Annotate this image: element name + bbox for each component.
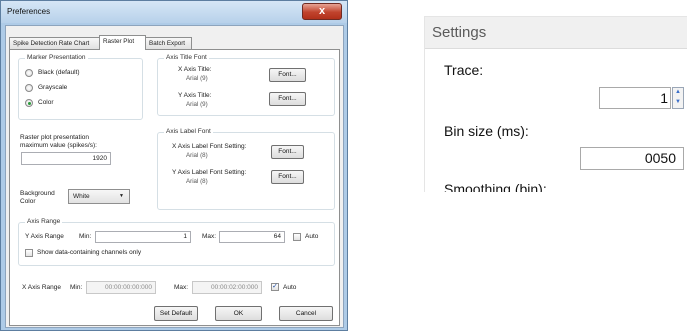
show-channels-checkbox[interactable] [25, 249, 33, 257]
settings-title: Settings [432, 24, 487, 41]
radio-grayscale-label: Grayscale [38, 84, 68, 91]
y-max-input[interactable]: 64 [219, 231, 285, 243]
y-axis-title-font: Arial (9) [186, 101, 208, 108]
radio-color-label: Color [38, 99, 54, 106]
y-axis-label-font-button[interactable]: Font... [271, 170, 304, 184]
chevron-down-icon: ▼ [119, 193, 124, 199]
radio-grayscale[interactable] [25, 84, 33, 92]
y-max-label: Max: [202, 233, 217, 240]
x-max-label: Max: [174, 284, 189, 291]
y-axis-range-label: Y Axis Range [25, 233, 64, 240]
show-channels-label: Show data-containing channels only [37, 249, 142, 256]
axis-range-group: Axis Range Y Axis Range Min: 1 Max: 64 A… [18, 218, 335, 266]
background-color-value: White [73, 193, 90, 200]
x-axis-range-label: X Axis Range [22, 284, 62, 291]
tab-raster-plot[interactable]: Raster Plot [99, 35, 146, 50]
x-axis-label-font-button[interactable]: Font... [271, 145, 304, 159]
y-axis-label-font-value: Arial (8) [186, 178, 208, 185]
raster-max-label-2: maximum value (spikes/s): [20, 142, 97, 149]
preferences-window: Preferences x Spike Detection Rate Chart… [0, 0, 348, 331]
smoothing-label: Smoothing (bin): [444, 181, 547, 192]
marker-presentation-group: Marker Presentation Black (default) Gray… [18, 54, 143, 120]
title-bar[interactable]: Preferences x [1, 1, 347, 23]
background-color-label-1: Background [20, 190, 55, 197]
x-min-label: Min: [70, 284, 83, 291]
radio-black-label: Black (default) [38, 69, 80, 76]
spinner-up-icon[interactable]: ▲ [673, 88, 683, 97]
marker-presentation-title: Marker Presentation [25, 54, 88, 61]
y-auto-label: Auto [305, 233, 319, 240]
x-axis-label-font-label: X Axis Label Font Setting: [172, 143, 247, 150]
y-axis-label-font-label: Y Axis Label Font Setting: [172, 169, 247, 176]
close-button[interactable]: x [302, 3, 342, 20]
x-axis-title-font-button[interactable]: Font... [269, 68, 306, 82]
bin-size-label: Bin size (ms): [444, 123, 529, 139]
axis-range-title: Axis Range [25, 218, 63, 225]
y-min-input[interactable]: 1 [95, 231, 191, 243]
y-auto-checkbox[interactable] [293, 233, 301, 241]
y-axis-title-label: Y Axis Title: [178, 92, 212, 99]
background-color-select[interactable]: White ▼ [68, 189, 130, 204]
x-axis-title-font: Arial (9) [186, 75, 208, 82]
y-min-label: Min: [79, 233, 92, 240]
background-color-label-2: Color [20, 198, 36, 205]
raster-plot-panel: Marker Presentation Black (default) Gray… [9, 49, 340, 326]
x-auto-label: Auto [283, 284, 297, 291]
trace-label: Trace: [444, 62, 484, 78]
axis-title-font-group: Axis Title Font X Axis Title: Arial (9) … [157, 54, 335, 116]
raster-max-label-1: Raster plot presentation [20, 134, 90, 141]
ok-button[interactable]: OK [215, 306, 262, 321]
radio-black[interactable] [25, 69, 33, 77]
y-axis-title-font-button[interactable]: Font... [269, 92, 306, 106]
axis-label-font-group: Axis Label Font X Axis Label Font Settin… [157, 128, 335, 210]
window-title: Preferences [7, 7, 51, 16]
x-max-input[interactable]: 00:00:02:00:000 [192, 281, 262, 294]
settings-header: Settings [425, 17, 687, 49]
trace-input[interactable]: 1 [599, 87, 671, 109]
x-min-input[interactable]: 00:00:00:00:000 [86, 281, 156, 294]
settings-panel: Settings Trace: 1 ▲ ▼ Bin size (ms): 005… [424, 16, 687, 192]
axis-title-font-title: Axis Title Font [164, 54, 209, 61]
dialog-client: Spike Detection Rate Chart Raster Plot B… [5, 25, 344, 328]
radio-color[interactable] [25, 99, 33, 107]
x-auto-checkbox[interactable]: ✓ [271, 283, 279, 291]
set-default-button[interactable]: Set Default [154, 306, 198, 321]
spinner-down-icon[interactable]: ▼ [673, 98, 683, 107]
trace-spinner[interactable]: ▲ ▼ [672, 87, 684, 109]
bin-size-input[interactable]: 0050 [580, 147, 684, 170]
axis-label-font-title: Axis Label Font [164, 128, 213, 135]
tab-spike-detection-rate-chart[interactable]: Spike Detection Rate Chart [9, 37, 100, 49]
raster-max-input[interactable]: 1920 [21, 152, 111, 165]
x-axis-label-font-value: Arial (8) [186, 152, 208, 159]
tab-batch-export[interactable]: Batch Export [145, 37, 192, 49]
x-axis-title-label: X Axis Title: [178, 66, 212, 73]
cancel-button[interactable]: Cancel [279, 306, 333, 321]
